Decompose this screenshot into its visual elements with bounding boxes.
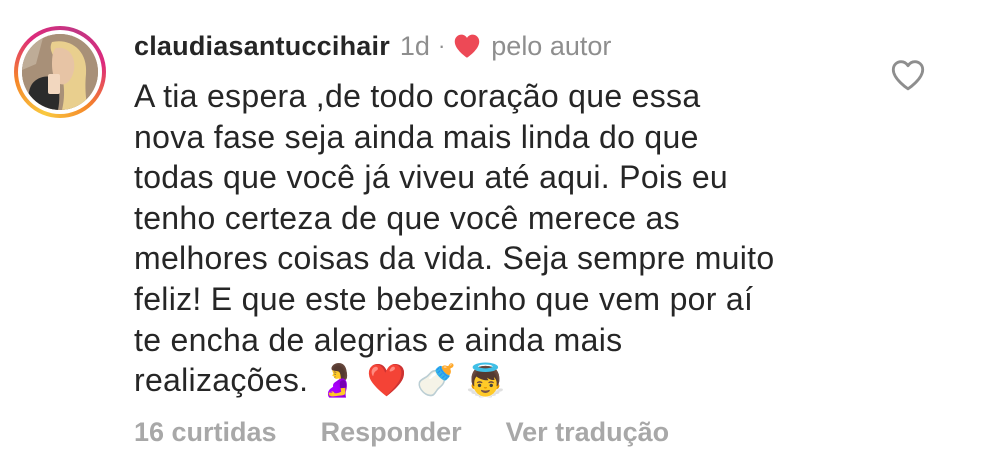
separator-dot: · bbox=[437, 33, 446, 58]
translate-button[interactable]: Ver tradução bbox=[506, 417, 670, 448]
comment: claudiasantuccihair 1d · pelo autor A ti… bbox=[0, 0, 984, 476]
reply-button[interactable]: Responder bbox=[321, 417, 462, 448]
like-button[interactable] bbox=[890, 58, 926, 92]
comment-text: A tia espera ,de todo coração que essa n… bbox=[134, 76, 864, 401]
avatar-photo-icon bbox=[22, 34, 98, 110]
comment-text-line: melhores coisas da vida. Seja sempre mui… bbox=[134, 240, 775, 277]
comment-time: 1d bbox=[399, 30, 430, 61]
comment-text-line: realizações. 🤰 ❤️ 🍼 👼 bbox=[134, 362, 506, 399]
heart-filled-icon bbox=[453, 33, 481, 59]
heart-outline-icon bbox=[891, 60, 925, 91]
username[interactable]: claudiasantuccihair bbox=[134, 31, 390, 62]
comment-text-line: te encha de alegrias e ainda mais bbox=[134, 321, 623, 358]
comment-header: claudiasantuccihair 1d · pelo autor bbox=[134, 24, 611, 68]
comment-text-line: A tia espera ,de todo coração que essa bbox=[134, 78, 701, 114]
comment-text-line: tenho certeza de que você merece as bbox=[134, 199, 680, 236]
comment-text-line: feliz! E que este bebezinho que vem por … bbox=[134, 280, 754, 317]
likes-count-button[interactable]: 16 curtidas bbox=[134, 417, 277, 448]
liked-by-author-label: pelo autor bbox=[491, 30, 612, 61]
comment-text-line: nova fase seja ainda mais linda do que bbox=[134, 118, 699, 155]
comment-actions: 16 curtidas Responder Ver tradução bbox=[134, 412, 669, 452]
avatar[interactable] bbox=[22, 34, 98, 110]
comment-text-line: todas que você já viveu até aqui. Pois e… bbox=[134, 159, 729, 196]
avatar-story-ring[interactable] bbox=[14, 26, 106, 118]
